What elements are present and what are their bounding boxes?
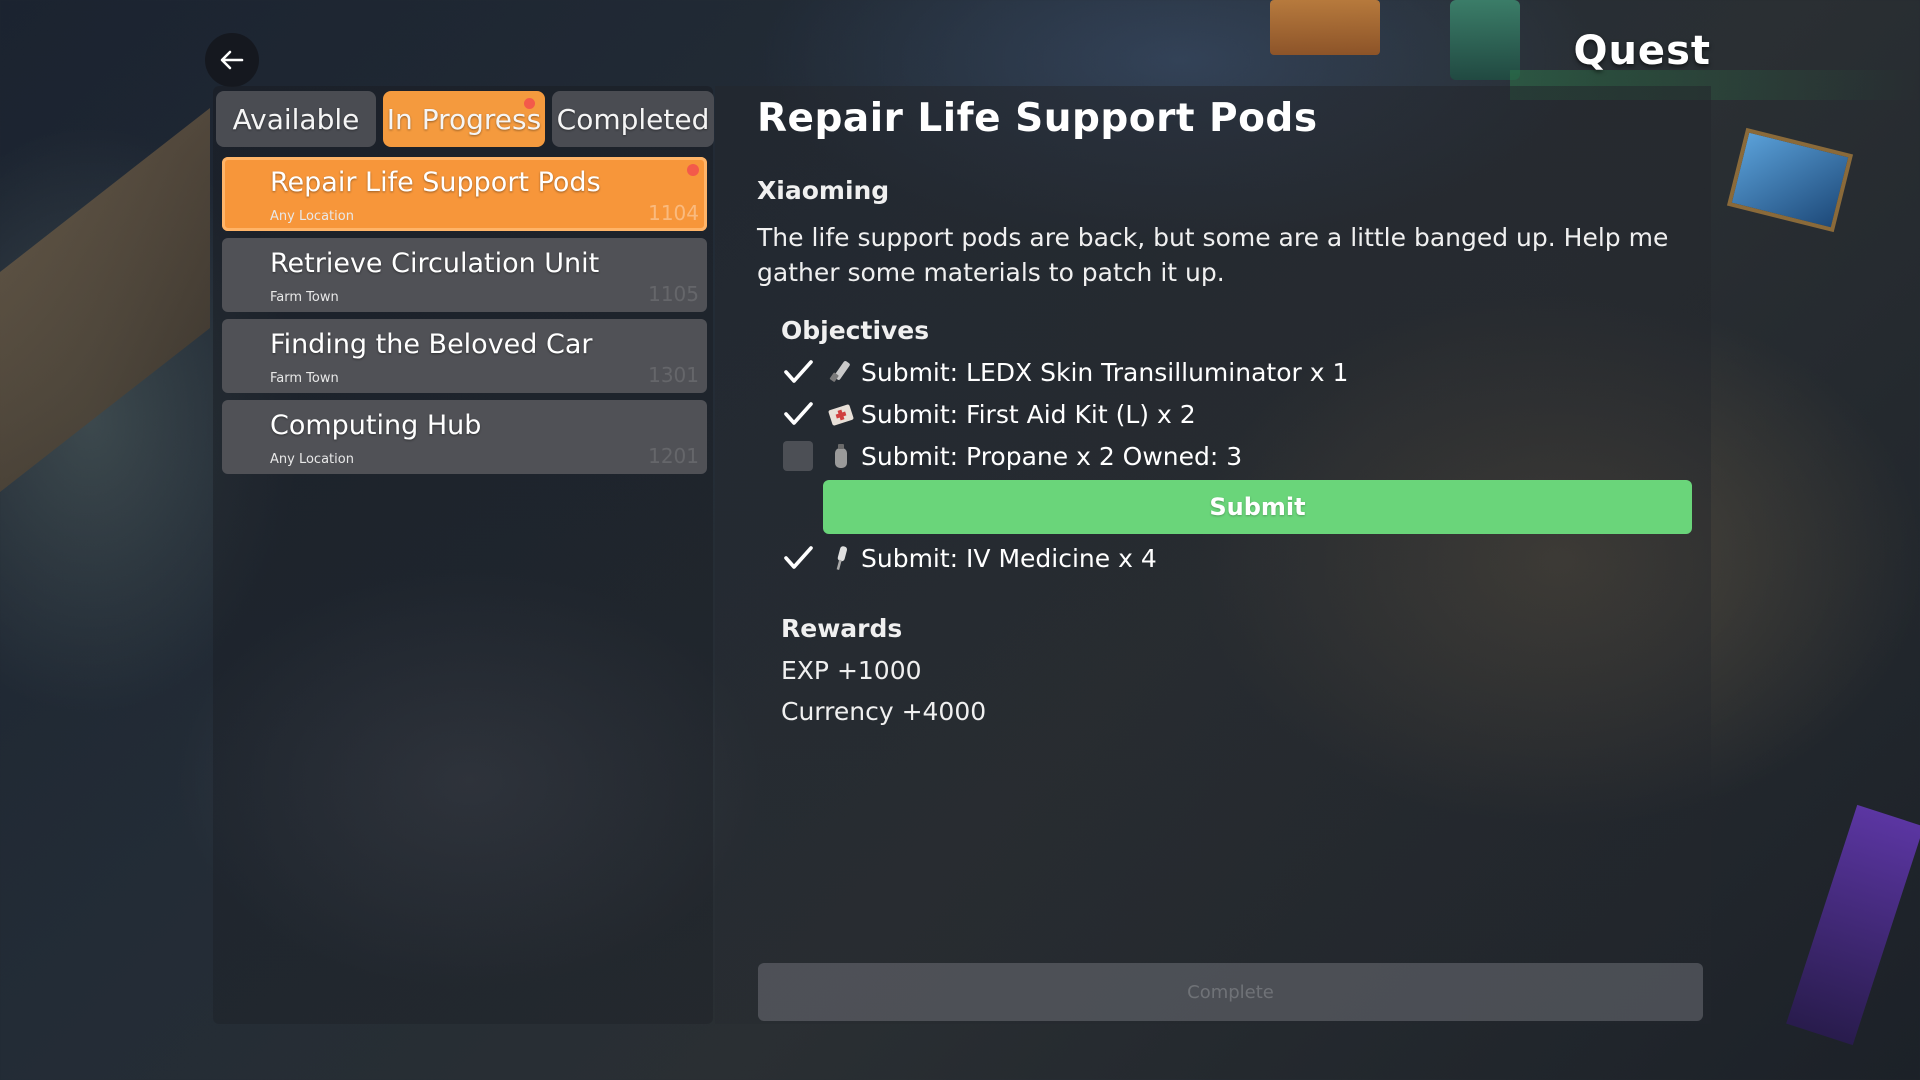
objective-text: Submit: Propane x 2 Owned: 3 [861,441,1243,471]
first-aid-kit-icon [827,399,855,429]
quest-name: Computing Hub [270,410,482,441]
objective-text: Submit: First Aid Kit (L) x 2 [861,399,1196,429]
back-button[interactable] [205,33,259,87]
objective-text: Submit: LEDX Skin Transilluminator x 1 [861,357,1349,387]
alert-dot [524,98,535,109]
quest-description: The life support pods are back, but some… [757,223,1669,287]
checkmark-icon [781,541,815,575]
alert-dot [687,164,699,176]
background-shelf [1270,0,1380,55]
complete-button[interactable]: Complete [758,963,1703,1021]
objectives-heading: Objectives [781,316,930,345]
quest-list: Repair Life Support Pods Any Location 11… [222,157,707,481]
objective-item: Submit: LEDX Skin Transilluminator x 1 [781,354,1348,390]
background-wall [0,107,210,493]
quest-location: Farm Town [270,371,339,386]
quest-giver: Xiaoming [757,176,890,205]
submit-button[interactable]: Submit [823,480,1692,534]
quest-name: Repair Life Support Pods [270,167,601,198]
tab-in-progress[interactable]: In Progress [383,91,545,147]
checkmark-icon [781,355,815,389]
propane-tank-icon [827,441,855,471]
quest-code: 1104 [648,201,699,225]
arrow-left-icon [220,50,244,70]
quest-item-finding-the-beloved-car[interactable]: Finding the Beloved Car Farm Town 1301 [222,319,707,393]
tab-label: Completed [556,102,710,136]
tab-label: In Progress [386,102,542,136]
quest-location: Farm Town [270,290,339,305]
quest-code: 1301 [648,363,699,387]
objective-item: Submit: IV Medicine x 4 [781,540,1157,576]
quest-code: 1201 [648,444,699,468]
quest-item-retrieve-circulation-unit[interactable]: Retrieve Circulation Unit Farm Town 1105 [222,238,707,312]
quest-location: Any Location [270,209,354,224]
rewards-heading: Rewards [781,614,903,643]
checkmark-icon [781,397,815,431]
iv-medicine-icon [827,543,855,573]
quest-title: Repair Life Support Pods [757,96,1318,141]
background-machine [1450,0,1520,80]
quest-name: Finding the Beloved Car [270,329,593,360]
objective-checkbox [781,439,815,473]
quest-item-computing-hub[interactable]: Computing Hub Any Location 1201 [222,400,707,474]
reward-currency: Currency +4000 [781,697,987,726]
quest-code: 1105 [648,282,699,306]
background-purple-rail [1786,804,1920,1046]
reward-exp: EXP +1000 [781,656,922,685]
objective-item: Submit: First Aid Kit (L) x 2 [781,396,1196,432]
quest-location: Any Location [270,452,354,467]
objective-item: Submit: Propane x 2 Owned: 3 [781,438,1242,474]
quest-name: Retrieve Circulation Unit [270,248,600,279]
tab-label: Available [232,102,360,136]
tab-available[interactable]: Available [216,91,376,147]
background-monitor [1726,127,1854,233]
quest-item-repair-life-support-pods[interactable]: Repair Life Support Pods Any Location 11… [222,157,707,231]
screen-title: Quest [1573,28,1711,74]
objective-text: Submit: IV Medicine x 4 [861,543,1157,573]
ledx-device-icon [827,357,855,387]
tab-completed[interactable]: Completed [552,91,714,147]
quest-tabs: Available In Progress Completed [216,91,714,147]
